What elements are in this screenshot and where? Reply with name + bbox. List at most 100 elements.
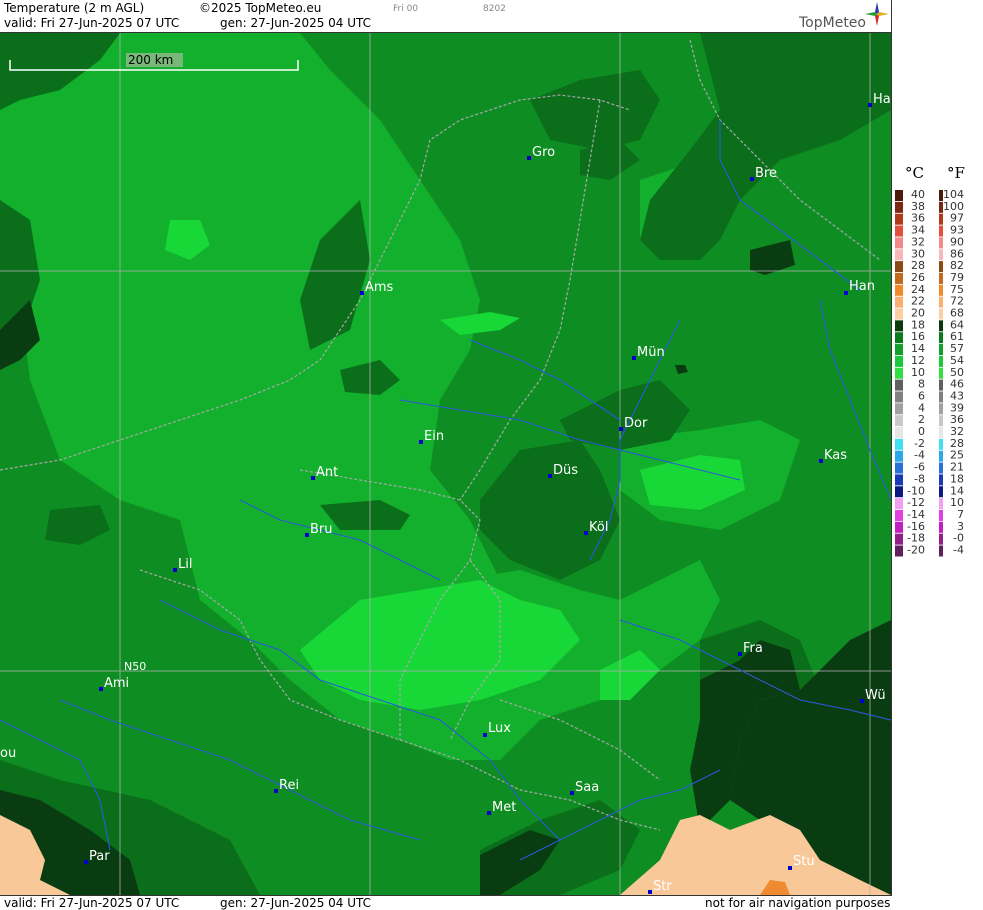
city-label-ein: Ein — [424, 429, 444, 444]
map-footer: valid: Fri 27-Jun-2025 07 UTC gen: 27-Ju… — [0, 895, 892, 910]
city-label-lux: Lux — [488, 721, 511, 736]
city-label-han: Han — [849, 279, 875, 294]
city-marker-gro — [527, 156, 531, 160]
city-label-rei: Rei — [279, 778, 299, 793]
legend-swatch-f — [939, 284, 943, 296]
legend-swatch-f — [939, 391, 943, 403]
city-label-ha: Ha — [873, 92, 891, 107]
legend-swatch-c — [895, 355, 903, 367]
city-label-wu: Wü — [865, 688, 886, 703]
legend-swatch-f — [939, 403, 943, 415]
city-marker-wu — [860, 699, 864, 703]
city-marker-ant — [311, 476, 315, 480]
city-label-stu: Stu — [793, 854, 815, 869]
legend-swatch-f — [939, 486, 943, 498]
legend-swatch-c — [895, 379, 903, 391]
legend-swatch-f — [939, 533, 943, 545]
legend-swatch-c — [895, 201, 903, 213]
fahrenheit-header: °F — [947, 164, 965, 182]
city-label-saa: Saa — [575, 780, 599, 795]
legend-swatch-f — [939, 332, 943, 344]
city-marker-han — [844, 291, 848, 295]
temperature-map[interactable]: 200 km N50 Ha Gro Bre Ams Han Mün Dor Ei… — [0, 33, 891, 895]
legend-swatch-c — [895, 344, 903, 356]
legend-swatch-f — [939, 498, 943, 510]
legend-swatch-c — [895, 284, 903, 296]
city-marker-met — [487, 811, 491, 815]
legend-swatch-c — [895, 545, 903, 557]
legend-fahrenheit-value: -4 — [953, 544, 964, 557]
header-small-run: Fri 00 — [393, 4, 419, 14]
city-marker-str — [648, 890, 652, 894]
city-marker-kol — [584, 531, 588, 535]
legend-swatch-c — [895, 249, 903, 261]
legend-swatch-c — [895, 261, 903, 273]
legend-swatch-f — [939, 415, 943, 427]
legend-celsius-value: -20 — [907, 544, 925, 557]
generated-time: gen: 27-Jun-2025 04 UTC — [220, 16, 372, 30]
legend-swatch-c — [895, 272, 903, 284]
city-marker-dus — [548, 474, 552, 478]
legend-swatch-c — [895, 320, 903, 332]
legend-swatch-f — [939, 379, 943, 391]
footer-valid-time: valid: Fri 27-Jun-2025 07 UTC — [4, 896, 180, 910]
legend-swatch-c — [895, 367, 903, 379]
city-label-kas: Kas — [824, 448, 847, 463]
city-label-ou: ou — [0, 746, 16, 761]
legend-canvas: °C °F 40 10438 10036 9734 9332 9030 8628 8226 79… — [895, 164, 965, 557]
city-marker-lux — [483, 733, 487, 737]
city-label-kol: Köl — [589, 520, 608, 535]
city-marker-mun — [632, 356, 636, 360]
city-marker-kas — [819, 459, 823, 463]
city-label-dor: Dor — [624, 416, 648, 431]
legend-swatch-f — [939, 521, 943, 533]
legend-swatch-c — [895, 509, 903, 521]
city-label-par: Par — [89, 849, 110, 864]
legend-swatch-c — [895, 474, 903, 486]
scale-label: 200 km — [128, 53, 173, 67]
legend-swatch-f — [939, 225, 943, 237]
city-marker-rei — [274, 789, 278, 793]
legend-swatch-c — [895, 486, 903, 498]
legend-swatch-f — [939, 367, 943, 379]
footer-generated-time: gen: 27-Jun-2025 04 UTC — [220, 896, 372, 910]
topmeteo-logo-text: TopMeteo — [799, 15, 866, 31]
city-marker-dor — [619, 427, 623, 431]
legend-swatch-f — [939, 296, 943, 308]
legend-swatch-f — [939, 474, 943, 486]
legend-swatch-c — [895, 213, 903, 225]
city-marker-ein — [419, 440, 423, 444]
header-small-code: 8202 — [483, 4, 506, 14]
city-label-mun: Mün — [637, 345, 665, 360]
city-marker-bru — [305, 533, 309, 537]
legend-swatch-f — [939, 261, 943, 273]
legend-swatch-f — [939, 545, 943, 557]
temperature-legend: °C °F 40 104 38 100 36 97 34 93 32 90 30 86 28 82 26 79… — [893, 33, 983, 895]
legend-swatch-f — [939, 320, 943, 332]
map-canvas: 200 km N50 Ha Gro Bre Ams Han Mün Dor Ei… — [0, 33, 891, 895]
legend-swatch-c — [895, 521, 903, 533]
legend-swatch-c — [895, 415, 903, 427]
city-label-ams: Ams — [365, 280, 394, 295]
legend-swatch-f — [939, 237, 943, 249]
legend-swatch-c — [895, 438, 903, 450]
map-right-border — [891, 0, 892, 909]
city-marker-bre — [750, 177, 754, 181]
copyright-text: ©2025 TopMeteo.eu — [199, 1, 322, 15]
legend-swatch-c — [895, 190, 903, 201]
legend-swatch-f — [939, 427, 943, 438]
city-label-bre: Bre — [755, 166, 777, 181]
celsius-header: °C — [905, 164, 924, 182]
legend-swatch-f — [939, 344, 943, 356]
legend-swatch-c — [895, 462, 903, 474]
legend-swatch-f — [939, 509, 943, 521]
city-marker-saa — [570, 791, 574, 795]
map-header: Temperature (2 m AGL) ©2025 TopMeteo.eu … — [0, 0, 892, 33]
legend-swatch-c — [895, 427, 903, 438]
city-marker-lil — [173, 568, 177, 572]
city-marker-ams — [360, 291, 364, 295]
city-marker-ha — [868, 103, 872, 107]
city-label-dus: Düs — [553, 463, 578, 478]
city-label-gro: Gro — [532, 145, 555, 160]
legend-swatch-f — [939, 249, 943, 261]
